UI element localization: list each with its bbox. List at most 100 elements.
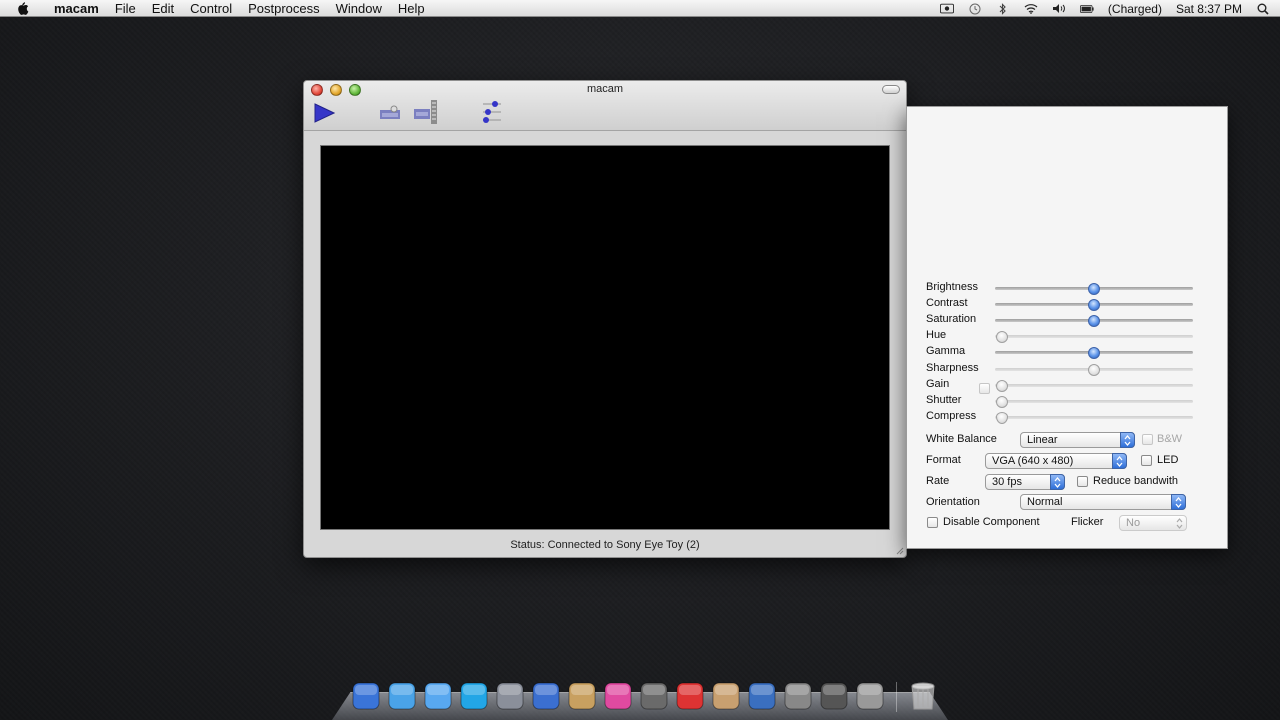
slider-label-contrast: Contrast — [926, 297, 968, 309]
slider-knob-saturation[interactable] — [1088, 315, 1100, 327]
bw-checkbox[interactable] — [1142, 434, 1153, 445]
screen-recording-icon[interactable] — [939, 3, 954, 15]
settings-drawer-button[interactable] — [478, 99, 504, 125]
slider-gain[interactable] — [995, 380, 1193, 392]
play-button[interactable] — [312, 101, 336, 125]
white-balance-label: White Balance — [926, 433, 997, 445]
dock — [350, 676, 939, 712]
menu-window[interactable]: Window — [328, 0, 390, 17]
white-balance-select[interactable]: Linear — [1020, 432, 1135, 448]
toolbar-toggle-button[interactable] — [882, 85, 900, 94]
slider-knob-gamma[interactable] — [1088, 347, 1100, 359]
photo-booth-icon[interactable] — [638, 680, 670, 712]
slider-knob-shutter[interactable] — [996, 396, 1008, 408]
format-label: Format — [926, 454, 961, 466]
ichat-icon[interactable] — [422, 680, 454, 712]
menu-clock[interactable]: Sat 8:37 PM — [1176, 2, 1242, 16]
window-title: macam — [586, 83, 624, 95]
webcam-icon[interactable] — [854, 680, 886, 712]
status-text: Status: Connected to Sony Eye Toy (2) — [510, 539, 700, 551]
grab-still-button[interactable] — [378, 103, 404, 123]
slider-label-brightness: Brightness — [926, 281, 978, 293]
bluetooth-icon[interactable] — [996, 2, 1010, 15]
coffee-icon[interactable] — [566, 680, 598, 712]
format-select[interactable]: VGA (640 x 480) — [985, 453, 1127, 469]
flicker-select[interactable]: No — [1119, 515, 1187, 531]
sliders-icon — [483, 101, 501, 123]
slider-knob-hue[interactable] — [996, 331, 1008, 343]
settings-panel: Brightness Contrast Saturation Hue Gamma Shar… — [906, 106, 1228, 549]
dock-separator — [896, 682, 897, 712]
bw-label: B&W — [1157, 433, 1183, 445]
script-editor-icon[interactable] — [710, 680, 742, 712]
menu-file[interactable]: File — [107, 0, 144, 17]
orientation-select[interactable]: Normal — [1020, 494, 1186, 510]
orientation-value: Normal — [1027, 496, 1063, 508]
slider-label-shutter: Shutter — [926, 394, 962, 406]
window-toolbar: macam — [304, 81, 906, 131]
menu-help[interactable]: Help — [390, 0, 433, 17]
xcode-icon[interactable] — [746, 680, 778, 712]
menu-edit[interactable]: Edit — [144, 0, 182, 17]
menu-app-name[interactable]: macam — [46, 0, 107, 17]
slider-compress[interactable] — [995, 412, 1193, 424]
apple-menu-icon[interactable] — [16, 1, 30, 15]
reduce-bandwidth-checkbox[interactable] — [1077, 476, 1088, 487]
led-checkbox[interactable] — [1141, 455, 1152, 466]
slider-knob-gain[interactable] — [996, 380, 1008, 392]
camera-preview — [320, 145, 890, 530]
wifi-icon[interactable] — [1024, 3, 1038, 15]
orientation-label: Orientation — [926, 496, 980, 508]
safari-icon[interactable] — [386, 680, 418, 712]
menu-control[interactable]: Control — [182, 0, 240, 17]
slider-saturation[interactable] — [995, 315, 1193, 327]
film-strip-icon — [414, 100, 437, 124]
record-movie-button[interactable] — [412, 98, 440, 126]
play-icon — [314, 103, 335, 123]
slider-brightness[interactable] — [995, 283, 1193, 295]
rate-label: Rate — [926, 475, 950, 487]
macam-window: macam Status: Connected to Sony Eye Toy … — [303, 80, 907, 558]
menu-bar: macam File Edit Control Postprocess Wind… — [0, 0, 1280, 17]
slider-knob-compress[interactable] — [996, 412, 1008, 424]
slider-knob-brightness[interactable] — [1088, 283, 1100, 295]
disable-component-checkbox[interactable] — [927, 517, 938, 528]
slider-shutter[interactable] — [995, 396, 1193, 408]
battery-icon[interactable] — [1079, 3, 1094, 15]
rate-value: 30 fps — [992, 476, 1022, 488]
gain-auto-checkbox[interactable] — [979, 383, 990, 394]
menu-extras: (Charged) Sat 8:37 PM — [939, 0, 1270, 17]
imovie-icon[interactable] — [818, 680, 850, 712]
trash-icon[interactable] — [907, 680, 939, 712]
slider-contrast[interactable] — [995, 299, 1193, 311]
spotlight-icon[interactable] — [1256, 3, 1270, 15]
slider-sharpness[interactable] — [995, 364, 1193, 376]
slider-label-sharpness: Sharpness — [926, 362, 979, 374]
slider-gamma[interactable] — [995, 347, 1193, 359]
time-machine-icon[interactable] — [968, 3, 982, 15]
white-balance-value: Linear — [1027, 434, 1058, 446]
camera-still-icon — [380, 105, 400, 119]
slider-label-gamma: Gamma — [926, 345, 966, 357]
select-arrows-icon — [1172, 515, 1187, 531]
battery-status[interactable]: (Charged) — [1108, 2, 1162, 16]
finder-icon[interactable] — [350, 680, 382, 712]
skype-icon[interactable] — [458, 680, 490, 712]
slider-label-saturation: Saturation — [926, 313, 977, 325]
select-arrows-icon — [1171, 494, 1186, 510]
slider-knob-sharpness[interactable] — [1088, 364, 1100, 376]
preview-icon[interactable] — [494, 680, 526, 712]
rate-select[interactable]: 30 fps — [985, 474, 1065, 490]
menu-postprocess[interactable]: Postprocess — [240, 0, 328, 17]
slider-label-hue: Hue — [926, 329, 947, 341]
textedit-icon[interactable] — [674, 680, 706, 712]
resize-grip-icon[interactable] — [894, 545, 904, 555]
slider-label-gain: Gain — [926, 378, 950, 390]
slider-knob-contrast[interactable] — [1088, 299, 1100, 311]
screen-sharing-icon[interactable] — [782, 680, 814, 712]
itunes-icon[interactable] — [530, 680, 562, 712]
color-prism-icon[interactable] — [602, 680, 634, 712]
slider-label-compress: Compress — [926, 410, 977, 422]
volume-icon[interactable] — [1052, 3, 1066, 15]
slider-hue[interactable] — [995, 331, 1193, 343]
